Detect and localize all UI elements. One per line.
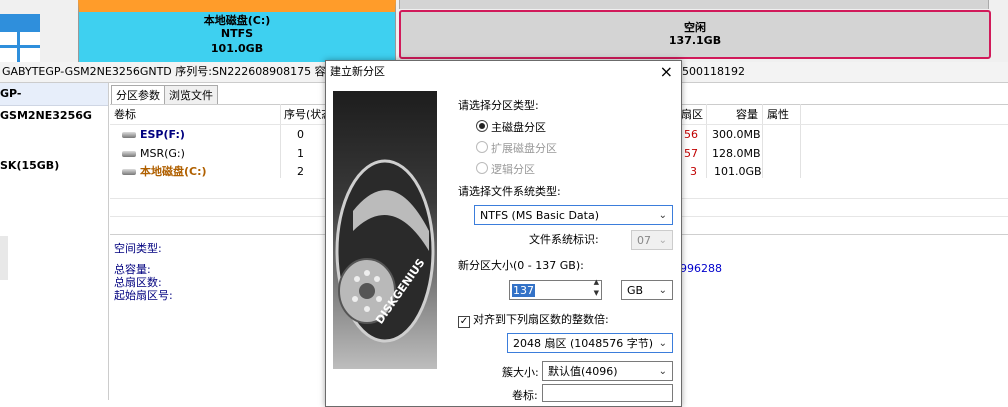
col-header-attr[interactable]: 属性 <box>767 106 789 124</box>
tree-selection-marker <box>0 236 8 280</box>
row-sector: 56 <box>684 128 698 141</box>
col-header-capacity[interactable]: 容量 <box>736 106 758 124</box>
start-sector-value: 996288 <box>680 262 722 275</box>
radio-primary[interactable]: 主磁盘分区 <box>476 119 546 135</box>
checkbox-checked-icon: ✓ <box>458 316 470 328</box>
row-capacity: 101.0GB <box>714 165 762 178</box>
windows-logo-icon <box>0 14 40 62</box>
align-label: 对齐到下列扇区数的整数倍: <box>473 313 609 326</box>
start-sector-label: 起始扇区号: <box>114 289 173 302</box>
table-row[interactable]: ESP(F:) <box>122 126 185 144</box>
tree-disk-name: GP-GSM2NE3256G <box>0 87 92 122</box>
row-volume: 本地磁盘(C:) <box>140 165 207 178</box>
cluster-label: 簇大小: <box>502 366 539 379</box>
size-unit-value: GB <box>627 284 644 297</box>
spin-icon[interactable]: ▲ ▼ <box>594 277 599 299</box>
col-divider <box>800 104 801 178</box>
tree-disk-item[interactable]: GP-GSM2NE3256G <box>0 83 108 122</box>
tab-browse-files[interactable]: 浏览文件 <box>164 85 218 105</box>
size-value: 137 <box>512 284 535 297</box>
size-label: 新分区大小(0 - 137 GB): <box>458 259 584 272</box>
row-volume: ESP(F:) <box>140 128 185 141</box>
table-row[interactable]: 本地磁盘(C:) <box>122 163 207 181</box>
partition-size: 101.0GB <box>210 42 264 55</box>
free-label: 空闲 <box>684 21 706 34</box>
row-seq: 2 <box>297 165 304 178</box>
partition-fs: NTFS <box>220 27 254 40</box>
col-header-sector[interactable]: 扇区 <box>681 106 703 124</box>
drive-icon <box>122 132 136 138</box>
chevron-down-icon: ⌄ <box>658 366 667 377</box>
chevron-down-icon: ⌄ <box>658 210 667 221</box>
disk-info-text: GABYTEGP-GSM2NE3256GNTD 序列号:SN2226089081… <box>2 65 341 78</box>
space-type-label: 空间类型: <box>114 242 162 255</box>
size-input[interactable]: 137 ▲ ▼ <box>509 277 602 300</box>
row-seq: 0 <box>297 128 304 141</box>
radio-primary-label: 主磁盘分区 <box>491 121 546 134</box>
fs-type-select[interactable]: NTFS (MS Basic Data) ⌄ <box>474 205 673 225</box>
fs-id-value: 07 <box>637 234 651 247</box>
free-size: 137.1GB <box>668 34 722 47</box>
dialog-title: 建立新分区 <box>330 65 385 78</box>
align-select[interactable]: 2048 扇区 (1048576 字节) ⌄ <box>507 333 673 353</box>
close-icon[interactable]: × <box>660 61 673 83</box>
free-space-top <box>399 0 989 9</box>
diskgenius-banner: DISKGENIUS <box>333 91 437 369</box>
volume-label: 卷标: <box>512 389 538 402</box>
radio-logical-label: 逻辑分区 <box>491 163 535 176</box>
tree-sub-item[interactable]: SK(15GB) <box>0 159 59 172</box>
chevron-down-icon: ⌄ <box>658 338 667 349</box>
fs-type-value: NTFS (MS Basic Data) <box>480 209 599 222</box>
row-capacity: 128.0MB <box>712 147 761 160</box>
volume-input[interactable] <box>542 384 673 402</box>
radio-icon <box>476 162 488 174</box>
partition-label: 本地磁盘(C:) <box>203 14 271 27</box>
align-value: 2048 扇区 (1048576 字节) <box>513 337 654 350</box>
new-partition-dialog: 建立新分区 × DISKGENIUS 请选择分区类型: 主磁盘分区 扩展磁盘分区… <box>325 60 682 407</box>
chevron-down-icon: ⌄ <box>658 235 667 246</box>
col-header-volume[interactable]: 卷标 <box>114 106 136 124</box>
radio-logical[interactable]: 逻辑分区 <box>476 161 535 177</box>
tab-partition-params[interactable]: 分区参数 <box>111 85 165 105</box>
row-sector: 57 <box>684 147 698 160</box>
fs-type-label: 请选择文件系统类型: <box>458 185 561 198</box>
partition-c-block[interactable]: 本地磁盘(C:) NTFS 101.0GB <box>78 0 396 62</box>
radio-extended[interactable]: 扩展磁盘分区 <box>476 140 557 156</box>
size-unit-select[interactable]: GB ⌄ <box>621 280 673 300</box>
radio-icon <box>476 141 488 153</box>
drive-icon <box>122 151 136 157</box>
fs-id-select[interactable]: 07 ⌄ <box>631 230 673 250</box>
align-checkbox[interactable]: ✓ 对齐到下列扇区数的整数倍: <box>458 311 609 328</box>
disk-tree: GP-GSM2NE3256G SK(15GB) <box>0 83 109 400</box>
drive-icon <box>122 169 136 175</box>
radio-extended-label: 扩展磁盘分区 <box>491 142 557 155</box>
hard-disk-icon <box>335 159 435 343</box>
col-divider <box>706 104 707 178</box>
radio-selected-icon <box>476 120 488 132</box>
chevron-down-icon: ⌄ <box>658 285 667 296</box>
disk-info-sectors: 500118192 <box>682 65 745 78</box>
row-volume: MSR(G:) <box>140 147 185 160</box>
fs-id-label: 文件系统标识: <box>529 233 599 246</box>
col-divider <box>762 104 763 178</box>
cluster-value: 默认值(4096) <box>548 365 618 378</box>
row-capacity: 300.0MB <box>712 128 761 141</box>
free-space-block[interactable]: 空闲 137.1GB <box>399 10 991 59</box>
row-sector: 3 <box>690 165 697 178</box>
col-divider <box>280 104 281 178</box>
partition-type-label: 请选择分区类型: <box>458 99 539 112</box>
disk-map: 本地磁盘(C:) NTFS 101.0GB 空闲 137.1GB <box>0 0 1008 62</box>
row-seq: 1 <box>297 147 304 160</box>
cluster-select[interactable]: 默认值(4096) ⌄ <box>542 361 673 381</box>
table-row[interactable]: MSR(G:) <box>122 145 185 163</box>
dialog-title-bar[interactable]: 建立新分区 × <box>326 61 681 83</box>
